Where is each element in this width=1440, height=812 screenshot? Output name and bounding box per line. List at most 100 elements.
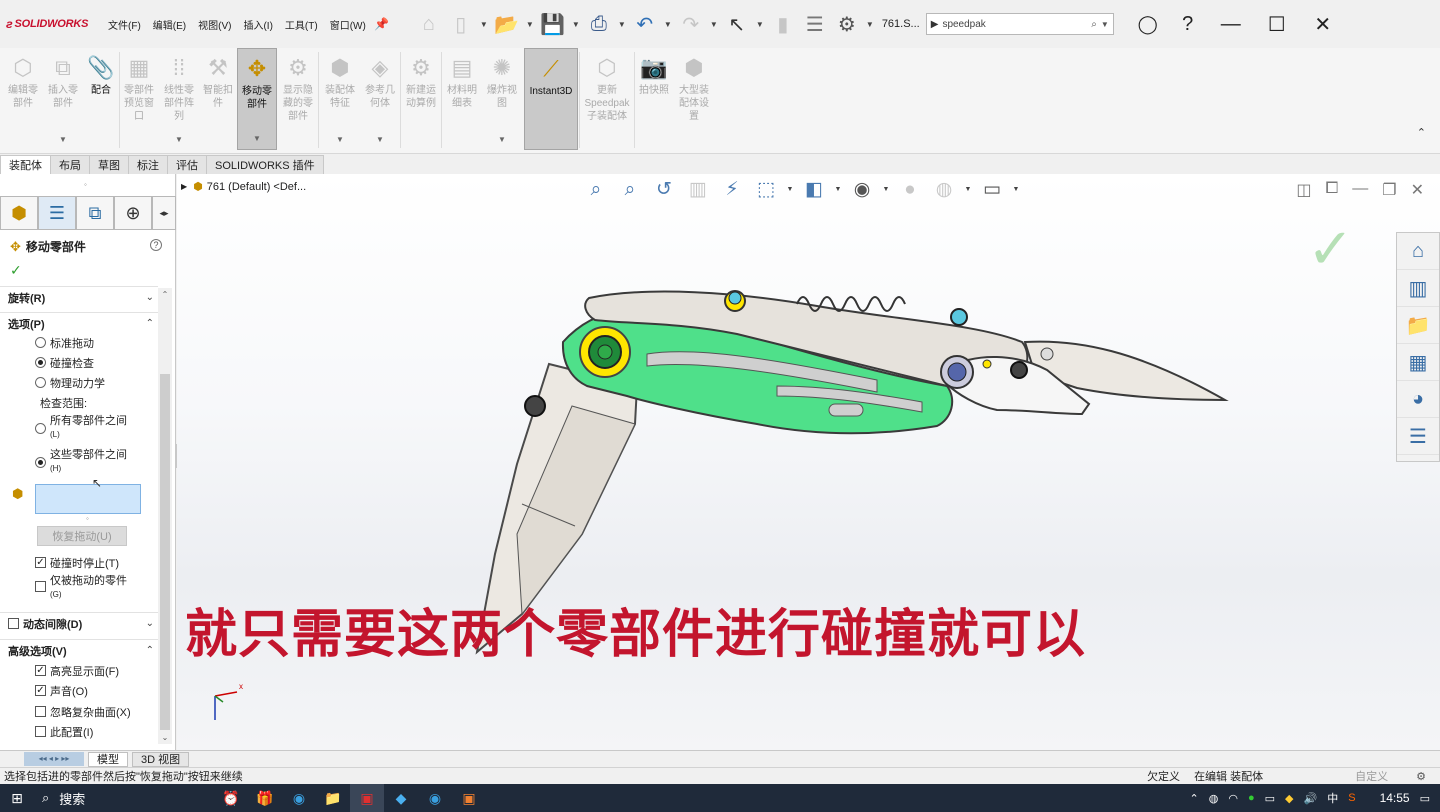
checkbox-this-configuration[interactable] bbox=[35, 726, 46, 737]
graphics-area[interactable]: ▶ ⬢ 761 (Default) <Def... ⌕ ⌕ ↺ ▥ ⚡ ⬚ ▼ ◧ ▼ … bbox=[177, 174, 1440, 750]
tab-scroll-arrows-icon[interactable]: ◂▸ bbox=[152, 196, 176, 230]
stop-at-collision-option[interactable]: 碰撞时停止(T) bbox=[35, 555, 119, 571]
screw-cyan[interactable] bbox=[728, 291, 742, 305]
large-assembly-button[interactable]: ⬢ 大型装 配体设 置 bbox=[674, 48, 714, 150]
exploded-view-button[interactable]: ✺ 爆炸视 图 ▼ bbox=[482, 48, 522, 150]
search-box[interactable]: ▶ speedpak ⌕ ▼ bbox=[925, 13, 1114, 35]
assembly-features-button[interactable]: ⬢ 装配体 特征 ▼ bbox=[320, 48, 360, 150]
save-icon[interactable]: 💾 bbox=[538, 9, 568, 39]
file-explorer-icon[interactable]: 📁 bbox=[316, 784, 350, 812]
move-dropdown-icon[interactable]: ▼ bbox=[253, 132, 261, 145]
appearances-icon[interactable]: ◕ bbox=[1397, 381, 1439, 418]
advanced-options-section[interactable]: 高级选项(V) ⌃ bbox=[0, 639, 158, 661]
user-account-icon[interactable]: ◯ bbox=[1128, 4, 1168, 44]
sogou-ime-icon[interactable]: S bbox=[1348, 792, 1355, 804]
open-icon[interactable]: 📂 bbox=[492, 9, 522, 39]
black-stud[interactable] bbox=[1010, 361, 1028, 379]
checkbox-ignore-complex-surfaces[interactable] bbox=[35, 706, 46, 717]
physical-dynamics-option[interactable]: 物理动力学 bbox=[35, 375, 105, 391]
file-explorer-icon[interactable]: 📁 bbox=[1397, 307, 1439, 344]
features-dropdown-icon[interactable]: ▼ bbox=[336, 133, 344, 146]
solidworks-taskbar-icon[interactable]: ▣ bbox=[350, 784, 384, 812]
redo-dropdown-icon[interactable]: ▼ bbox=[708, 20, 720, 29]
component-preview-button[interactable]: ▦ 零部件 预览窗 口 bbox=[120, 48, 158, 150]
insert-component-button[interactable]: ⧉ 插入零 部件 ▼ bbox=[44, 48, 82, 150]
tab-navigation-arrows-icon[interactable]: ◂◂ ◂ ▸ ▸▸ bbox=[24, 752, 84, 766]
select-cursor-icon[interactable]: ↖ bbox=[722, 9, 752, 39]
explode-dropdown-icon[interactable]: ▼ bbox=[498, 133, 506, 146]
insert-dropdown-icon[interactable]: ▼ bbox=[59, 133, 67, 146]
maximize-button[interactable]: ☐ bbox=[1254, 4, 1300, 44]
menu-file[interactable]: 文件(F) bbox=[102, 17, 147, 32]
edge-browser-icon[interactable]: ◉ bbox=[418, 784, 452, 812]
custom-properties-icon[interactable]: ☰ bbox=[1397, 418, 1439, 455]
windows-start-icon[interactable]: ⊞ bbox=[0, 784, 34, 812]
tray-expand-icon[interactable]: ⌃ bbox=[1190, 792, 1199, 805]
tab-markup[interactable]: 标注 bbox=[128, 155, 168, 174]
view-palette-icon[interactable]: ▦ bbox=[1397, 344, 1439, 381]
radio-standard-drag[interactable] bbox=[35, 337, 46, 348]
checkbox-dynamic-clearance[interactable] bbox=[8, 618, 19, 629]
taskbar-search[interactable]: ⌕ 搜索 bbox=[34, 784, 214, 812]
snapshot-button[interactable]: 📷 拍快照 bbox=[636, 48, 672, 150]
status-options-icon[interactable]: ⚙ bbox=[1416, 770, 1426, 783]
notification-icon[interactable]: ▭ bbox=[1420, 792, 1430, 805]
undo-dropdown-icon[interactable]: ▼ bbox=[662, 20, 674, 29]
options-section-header[interactable]: 选项(P) ⌃ bbox=[0, 312, 158, 334]
scroll-down-icon[interactable]: ⌄ bbox=[158, 733, 172, 742]
black-stud[interactable] bbox=[524, 395, 546, 417]
collapse-ribbon-icon[interactable]: ⌃ bbox=[1417, 126, 1426, 139]
viewport-close-icon[interactable]: ✕ bbox=[1411, 180, 1424, 200]
search-icon[interactable]: ⌕ bbox=[1091, 19, 1097, 30]
solidworks-resources-icon[interactable]: ⌂ bbox=[1397, 233, 1439, 270]
minimize-button[interactable]: — bbox=[1208, 4, 1254, 44]
panel-scrollbar[interactable]: ⌃ ⌄ bbox=[158, 288, 172, 744]
scroll-up-icon[interactable]: ⌃ bbox=[158, 290, 172, 299]
linear-pattern-button[interactable]: ⁞⁞ 线性零 部件阵 列 ▼ bbox=[160, 48, 198, 150]
radio-collision-detection[interactable] bbox=[35, 357, 46, 368]
menu-window[interactable]: 窗口(W) bbox=[324, 17, 372, 32]
pin-icon[interactable]: 📌 bbox=[372, 9, 392, 39]
print-dropdown-icon[interactable]: ▼ bbox=[616, 20, 628, 29]
collision-detection-option[interactable]: 碰撞检查 bbox=[35, 355, 94, 371]
shield-icon[interactable]: ◆ bbox=[1285, 792, 1293, 805]
home-icon[interactable]: ⌂ bbox=[414, 9, 444, 39]
highlight-faces-option[interactable]: 高亮显示面(F) bbox=[35, 663, 119, 679]
dragged-part-only-option[interactable]: 仅被拖动的零件 (G) bbox=[35, 575, 127, 601]
resume-drag-button[interactable]: 恢复拖动(U) bbox=[37, 526, 127, 546]
move-component-button[interactable]: ✥ 移动零 部件 ▼ bbox=[237, 48, 277, 150]
all-components-option[interactable]: 所有零部件之间 (L) bbox=[35, 415, 127, 441]
show-hidden-button[interactable]: ⚙ 显示隐 藏的零 部件 bbox=[279, 48, 317, 150]
tab-evaluate[interactable]: 评估 bbox=[167, 155, 207, 174]
help-icon[interactable]: ? bbox=[1168, 4, 1208, 44]
tab-assembly[interactable]: 装配体 bbox=[0, 155, 51, 174]
search-input[interactable]: speedpak bbox=[942, 19, 1091, 30]
tab-model[interactable]: 模型 bbox=[88, 751, 128, 767]
mate-button[interactable]: 📎 配合 bbox=[84, 48, 118, 150]
listbox-resize-icon[interactable]: ◦ bbox=[86, 514, 89, 523]
new-motion-study-button[interactable]: ⚙ 新建运 动算例 bbox=[401, 48, 441, 150]
gift-app-icon[interactable]: 🎁 bbox=[248, 784, 282, 812]
solidworks-logo[interactable]: ƨ SOLIDWORKS bbox=[6, 17, 102, 31]
menu-insert[interactable]: 插入(I) bbox=[237, 17, 278, 32]
checkbox-sound[interactable] bbox=[35, 685, 46, 696]
edit-component-button[interactable]: ⬡ 编辑零 部件 bbox=[4, 48, 42, 150]
menu-view[interactable]: 视图(V) bbox=[192, 17, 237, 32]
checkbox-stop-at-collision[interactable] bbox=[35, 557, 46, 568]
dimxpert-tab-icon[interactable]: ⊕ bbox=[114, 196, 152, 230]
wifi-icon[interactable]: ◠ bbox=[1228, 792, 1238, 805]
app-icon[interactable]: ◆ bbox=[384, 784, 418, 812]
smart-fastener-button[interactable]: ⚒ 智能扣 件 bbox=[200, 48, 236, 150]
component-selection-box[interactable] bbox=[35, 484, 141, 514]
checkbox-dragged-part-only[interactable] bbox=[35, 581, 46, 592]
instant3d-button[interactable]: ⟋ Instant3D bbox=[524, 48, 578, 150]
dynamic-clearance-section[interactable]: 动态间隙(D) ⌄ bbox=[0, 612, 158, 634]
undo-icon[interactable]: ↶ bbox=[630, 9, 660, 39]
clock-app-icon[interactable]: ⏰ bbox=[214, 784, 248, 812]
redo-icon[interactable]: ↷ bbox=[676, 9, 706, 39]
rotate-section-header[interactable]: 旋转(R) ⌄ bbox=[0, 286, 158, 308]
radio-physical-dynamics[interactable] bbox=[35, 377, 46, 388]
tab-3d-view[interactable]: 3D 视图 bbox=[132, 751, 190, 767]
screw-cyan[interactable] bbox=[950, 308, 968, 326]
edge-browser-icon[interactable]: ◉ bbox=[282, 784, 316, 812]
